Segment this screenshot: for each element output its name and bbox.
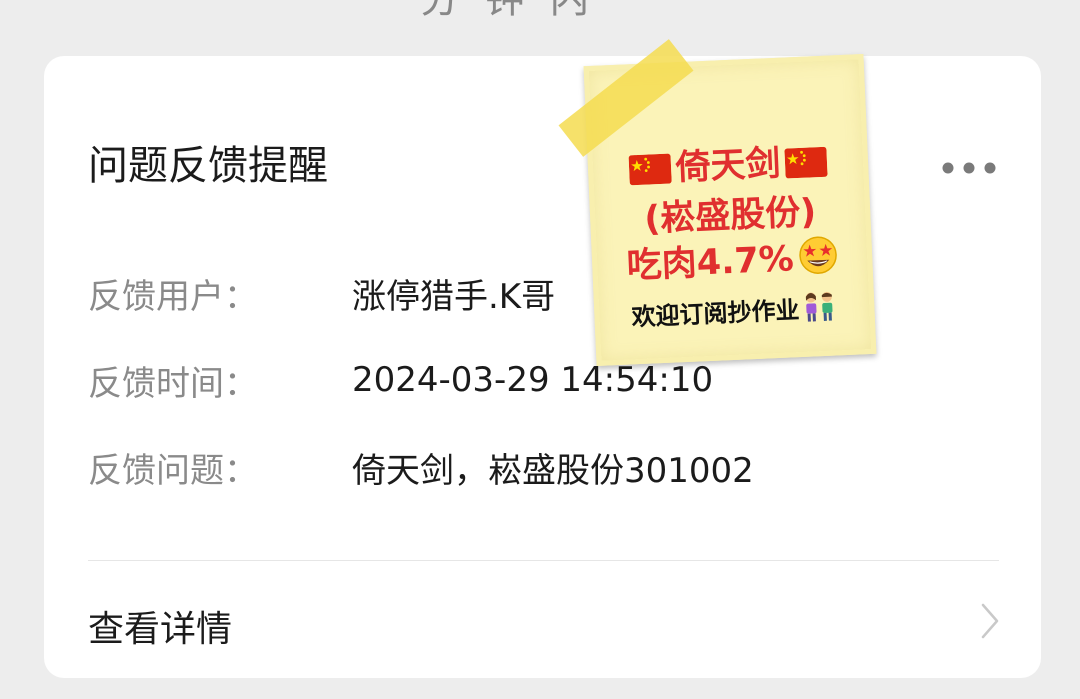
feedback-issue-row: 反馈问题： 倚天剑，崧盛股份301002	[88, 442, 754, 492]
feedback-user-row: 反馈用户： 涨停猎手.K哥	[88, 268, 555, 318]
feedback-user-value: 涨停猎手.K哥	[352, 276, 556, 317]
two-people-emoji-icon	[805, 291, 833, 322]
feedback-issue-label: 反馈问题：	[88, 450, 258, 491]
sticker-gain-text: 吃肉4.7%	[625, 239, 795, 287]
card-title: 问题反馈提醒	[88, 143, 328, 189]
more-button[interactable]	[934, 151, 1004, 185]
feedback-user-label: 反馈用户：	[88, 276, 258, 317]
star-struck-emoji-icon	[798, 236, 837, 274]
feedback-issue-value: 倚天剑，崧盛股份301002	[352, 450, 754, 491]
more-horizontal-icon	[942, 162, 996, 174]
sticker-line-3: 吃肉4.7%	[596, 227, 868, 290]
sticker-line-4: 欢迎订阅抄作业	[599, 287, 870, 334]
sticker-title: 倚天剑	[674, 143, 782, 189]
feedback-time-label: 反馈时间：	[88, 363, 258, 404]
feedback-time-value: 2024-03-29 14:54:10	[352, 360, 714, 400]
china-flag-icon	[784, 146, 828, 179]
top-fragment-text: 分 钟 内	[420, 0, 595, 24]
view-details-label: 查看详情	[88, 609, 233, 650]
china-flag-icon	[629, 153, 673, 186]
view-details-button[interactable]: 查看详情	[44, 561, 1041, 678]
chevron-right-icon	[981, 603, 999, 639]
feedback-reminder-card: 问题反馈提醒 反馈用户： 涨停猎手.K哥 反馈时间： 2024-03-29 14…	[44, 56, 1041, 678]
sticker-subscribe-text: 欢迎订阅抄作业	[630, 296, 801, 332]
